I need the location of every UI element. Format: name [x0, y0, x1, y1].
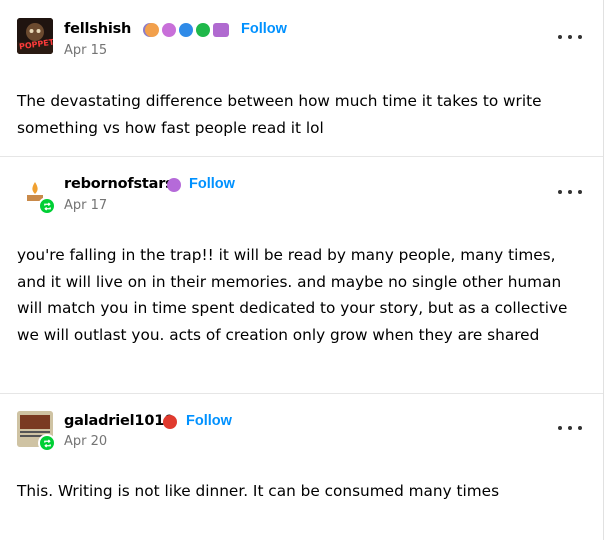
- reblog-icon: [38, 434, 56, 452]
- username[interactable]: rebornofstars: [64, 176, 174, 192]
- check-badge-icon[interactable]: [196, 23, 210, 37]
- follow-button[interactable]: Follow: [241, 21, 287, 37]
- follow-button[interactable]: Follow: [189, 176, 235, 192]
- post-divider: [0, 156, 603, 157]
- post-date[interactable]: Apr 17: [64, 198, 107, 213]
- post-body: This. Writing is not like dinner. It can…: [17, 482, 500, 500]
- username[interactable]: galadriel1010: [64, 413, 174, 429]
- post-body: The devastating difference between how m…: [17, 92, 542, 137]
- more-options-icon[interactable]: [558, 30, 582, 44]
- badge-icon[interactable]: [167, 178, 181, 192]
- post-body: you're falling in the trap!! it will be …: [17, 246, 568, 344]
- post-date[interactable]: Apr 20: [64, 434, 107, 449]
- post-date[interactable]: Apr 15: [64, 43, 107, 58]
- badge-icon[interactable]: [145, 23, 159, 37]
- reblog-icon: [38, 197, 56, 215]
- badge-icon[interactable]: [162, 23, 176, 37]
- badge-icon[interactable]: [163, 415, 177, 429]
- more-options-icon[interactable]: [558, 421, 582, 435]
- more-options-icon[interactable]: [558, 185, 582, 199]
- avatar[interactable]: POPPET: [17, 18, 53, 54]
- reblog-thread: POPPET fellshish Follow Apr 15 The devas…: [0, 0, 604, 540]
- verified-badge-icon[interactable]: [179, 23, 193, 37]
- follow-button[interactable]: Follow: [186, 413, 232, 429]
- typewriter-badge-icon[interactable]: [213, 23, 229, 37]
- post-divider: [0, 393, 603, 394]
- username[interactable]: fellshish: [64, 21, 131, 37]
